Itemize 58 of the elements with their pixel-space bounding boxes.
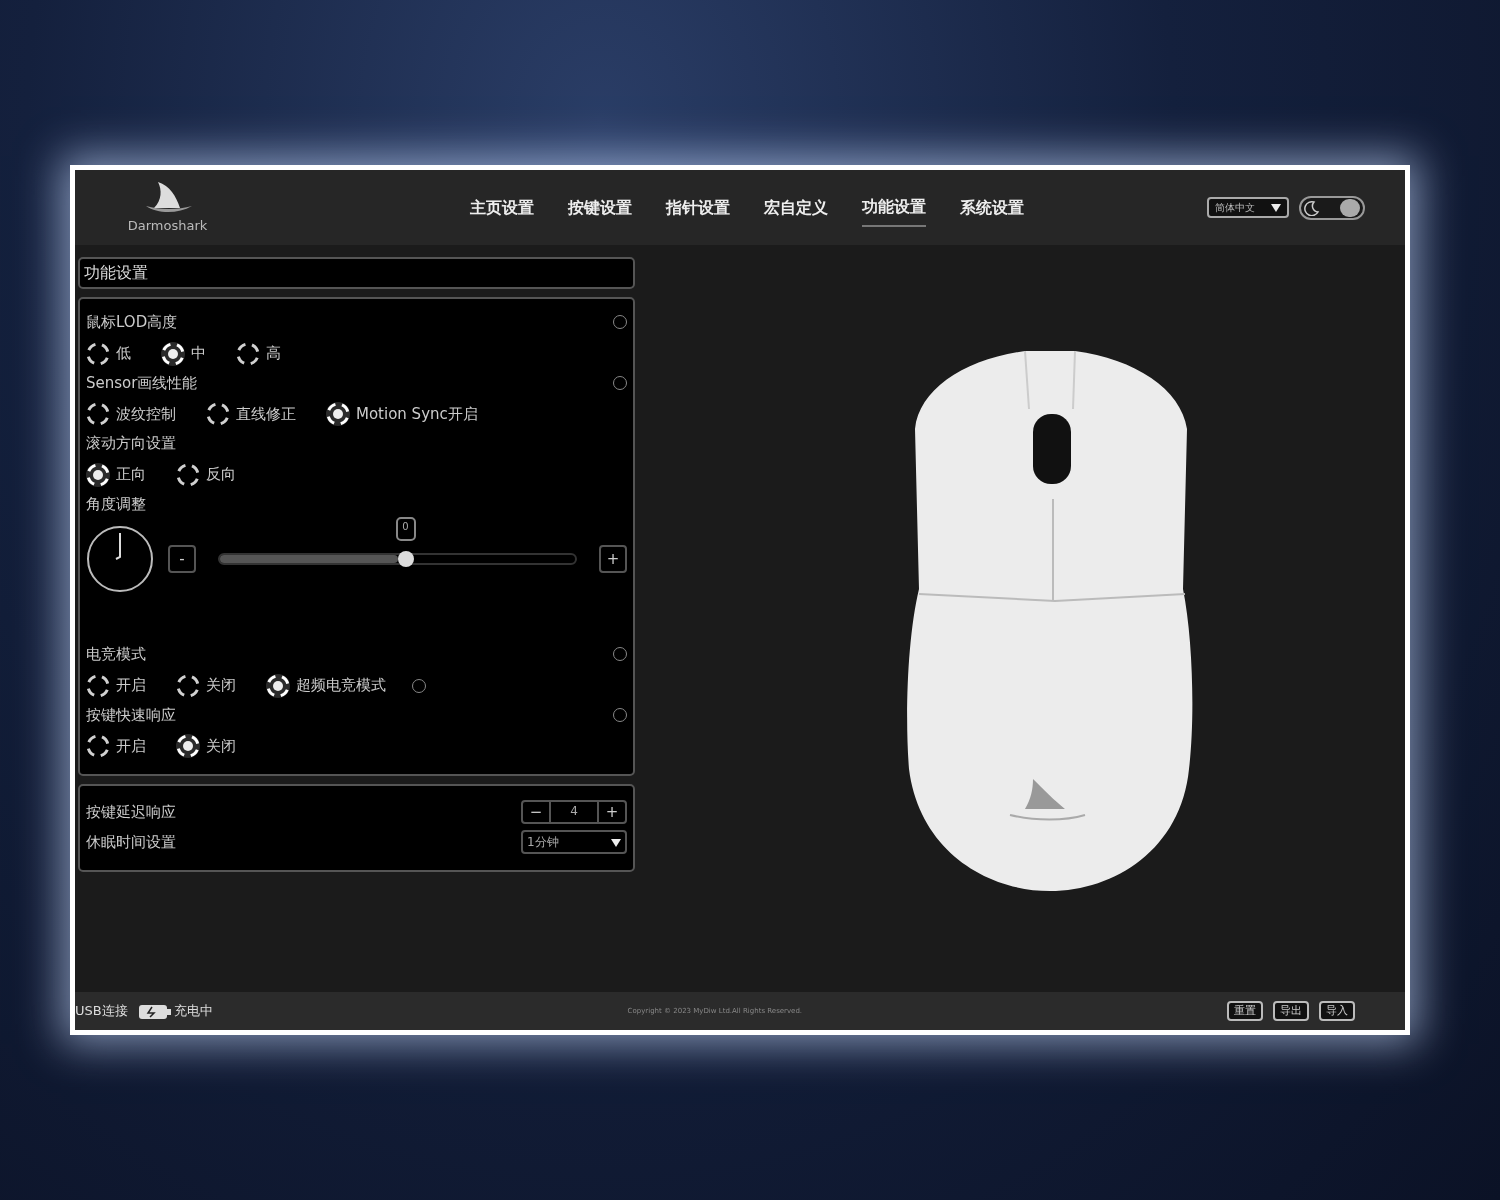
radio-option[interactable]: 开启 bbox=[86, 673, 146, 698]
footer-button[interactable]: 重置 bbox=[1227, 1001, 1263, 1021]
nav-tab[interactable]: 按键设置 bbox=[568, 188, 632, 227]
logo-text: Darmoshark bbox=[127, 216, 208, 235]
radio-checked-icon[interactable] bbox=[161, 341, 185, 366]
radio-option[interactable]: 关闭 bbox=[176, 673, 236, 698]
radio-unchecked-icon[interactable] bbox=[176, 673, 200, 698]
radio-checked-icon[interactable] bbox=[266, 673, 290, 698]
radio-unchecked-icon[interactable] bbox=[236, 341, 260, 366]
nav-tab[interactable]: 系统设置 bbox=[960, 188, 1024, 227]
radio-checked-icon[interactable] bbox=[176, 734, 200, 758]
setting-label: 滚动方向设置 bbox=[86, 433, 176, 454]
theme-toggle[interactable] bbox=[1299, 195, 1365, 220]
charging-status: 充电中 bbox=[173, 1002, 213, 1021]
footer-button[interactable]: 导入 bbox=[1319, 1001, 1355, 1021]
nav-tab[interactable]: 主页设置 bbox=[470, 188, 534, 227]
plus-button[interactable]: + bbox=[599, 545, 627, 573]
radio-option[interactable]: 反向 bbox=[176, 462, 236, 487]
radio-option[interactable]: 高 bbox=[236, 341, 281, 366]
radio-unchecked-icon[interactable] bbox=[176, 462, 200, 487]
radio-checked-icon[interactable] bbox=[86, 462, 110, 487]
radio-unchecked-icon[interactable] bbox=[86, 341, 110, 366]
setting-label: 按键快速响应 bbox=[86, 704, 176, 726]
nav-tab[interactable]: 宏自定义 bbox=[764, 188, 828, 227]
radio-option[interactable]: 关闭 bbox=[176, 734, 236, 758]
radio-option[interactable]: 直线修正 bbox=[206, 402, 296, 426]
radio-option[interactable]: 超频电竞模式 bbox=[266, 673, 386, 698]
connection-status: USB连接 bbox=[75, 1002, 128, 1021]
slider-thumb[interactable] bbox=[397, 551, 414, 567]
footer-button[interactable]: 导出 bbox=[1273, 1001, 1309, 1021]
setting-label: 鼠标LOD高度 bbox=[86, 312, 178, 333]
setting-label: Sensor画线性能 bbox=[86, 372, 198, 394]
setting-label: 休眠时间设置 bbox=[86, 831, 176, 853]
dial-icon bbox=[86, 525, 154, 593]
sleep-time-select[interactable]: 1分钟 bbox=[521, 830, 627, 854]
radio-option[interactable]: Motion Sync开启 bbox=[326, 402, 478, 426]
radio-unchecked-icon[interactable] bbox=[86, 402, 110, 426]
radio-unchecked-icon[interactable] bbox=[86, 734, 110, 758]
radio-option[interactable]: 中 bbox=[161, 341, 206, 366]
radio-checked-icon[interactable] bbox=[326, 402, 350, 426]
radio-option[interactable]: 正向 bbox=[86, 462, 146, 487]
nav-tab[interactable]: 功能设置 bbox=[862, 188, 926, 227]
radio-unchecked-icon[interactable] bbox=[206, 402, 230, 426]
radio-unchecked-icon[interactable] bbox=[86, 673, 110, 698]
setting-label: 电竞模式 bbox=[86, 644, 146, 665]
increment-button[interactable]: + bbox=[599, 802, 625, 822]
nav-tab[interactable]: 指针设置 bbox=[666, 188, 730, 227]
radio-option[interactable]: 波纹控制 bbox=[86, 402, 176, 426]
stepper-value: 4 bbox=[549, 802, 599, 822]
setting-label: 按键延迟响应 bbox=[86, 801, 176, 823]
radio-option[interactable]: 低 bbox=[86, 341, 131, 366]
radio-option[interactable]: 开启 bbox=[86, 734, 146, 758]
decrement-button[interactable]: − bbox=[523, 802, 549, 822]
minus-button[interactable]: - bbox=[168, 545, 196, 573]
slider-value: 0 bbox=[395, 517, 416, 541]
section-title: 功能设置 bbox=[78, 257, 635, 289]
language-select[interactable]: 简体中文 bbox=[1207, 197, 1289, 218]
setting-label: 角度调整 bbox=[86, 493, 146, 515]
